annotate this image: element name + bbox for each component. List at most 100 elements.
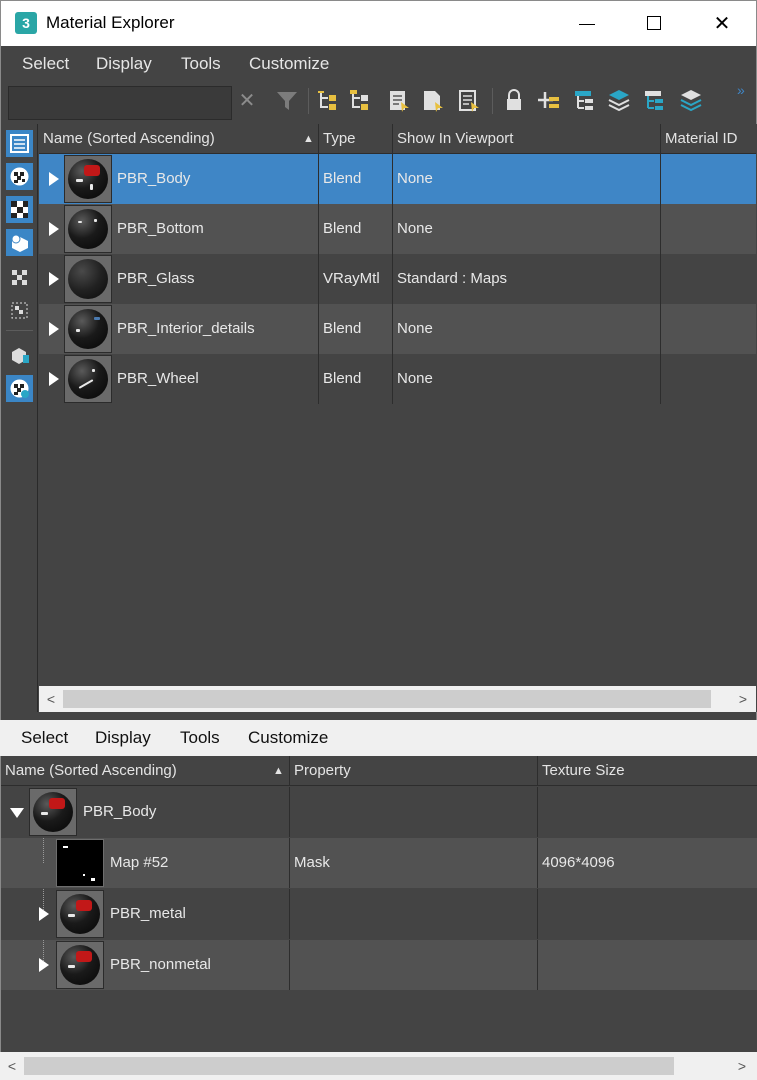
select-map-icon[interactable] [456,88,482,114]
material-id[interactable] [661,254,665,304]
column-header-type[interactable]: Type [319,124,393,154]
expand-arrow-icon[interactable] [49,222,59,236]
material-show-in-viewport[interactable]: None [393,354,433,404]
tree-item-texture-size [538,889,542,939]
column-header-show-in-viewport[interactable]: Show In Viewport [393,124,661,154]
map-filter-button[interactable] [6,196,33,223]
bottom-menu-tools[interactable]: Tools [180,728,220,748]
window-title: Material Explorer [46,13,175,32]
object-filter-button[interactable] [6,229,33,256]
scroll-left-button[interactable]: < [43,690,59,708]
scene-material-button[interactable] [6,375,33,402]
tree-row[interactable]: PBR_nonmetal [1,940,757,990]
checker-empty-filter-button[interactable] [6,297,33,324]
select-objects-icon[interactable] [386,88,412,114]
bottom-menu-select[interactable]: Select [21,728,68,748]
table-row[interactable]: PBR_Body Blend None [39,154,756,204]
upper-horizontal-scrollbar[interactable]: < > [39,686,756,712]
scroll-right-button[interactable]: > [735,690,751,708]
select-children-icon[interactable] [316,88,342,114]
lock-icon[interactable] [502,88,526,114]
material-type: Blend [323,370,362,387]
expand-arrow-icon[interactable] [49,322,59,336]
title-bar: 3 Material Explorer ✕ [0,0,757,46]
maximize-button[interactable] [621,1,687,47]
menu-display[interactable]: Display [96,54,152,74]
bottom-menu-customize[interactable]: Customize [248,728,328,748]
material-thumbnail [64,355,112,403]
toolbar-overflow-button[interactable]: » [737,82,745,98]
menu-tools[interactable]: Tools [181,54,221,74]
material-filter-button[interactable] [6,163,33,190]
sort-ascending-icon: ▲ [273,765,284,777]
table-row[interactable]: PBR_Interior_details Blend None [39,304,756,354]
material-type: Blend [323,220,362,237]
material-type: Blend [323,320,362,337]
material-id[interactable] [661,354,665,404]
hierarchy-alt-icon[interactable] [642,88,668,114]
list-view-button[interactable] [6,130,33,157]
tree-item-property [290,940,294,990]
tree-column-header-property[interactable]: Property [290,756,538,786]
add-icon[interactable] [536,88,562,114]
column-header-material-id[interactable]: Material ID [661,124,756,154]
tree-item-property: Mask [294,854,330,871]
select-materials-icon[interactable] [420,88,446,114]
column-header-name[interactable]: Name (Sorted Ascending) ▲ [39,124,319,154]
scroll-right-button[interactable]: > [734,1057,750,1075]
filter-icon[interactable] [274,88,300,114]
scrollbar-thumb[interactable] [24,1057,674,1075]
expand-arrow-icon[interactable] [39,907,49,921]
material-show-in-viewport[interactable]: None [393,204,433,254]
maximize-icon [647,16,661,30]
tree-column-header-texture-size[interactable]: Texture Size [538,756,757,786]
material-id[interactable] [661,154,665,204]
bottom-menu-display[interactable]: Display [95,728,151,748]
lower-horizontal-scrollbar[interactable]: < > [0,1052,757,1080]
clear-search-button[interactable]: ✕ [236,89,258,113]
scrollbar-thumb[interactable] [63,690,711,708]
tree-item-name: PBR_Body [83,803,157,820]
checker-filter-button[interactable] [6,264,33,291]
object-icon [11,234,28,252]
scroll-left-button[interactable]: < [4,1057,20,1075]
close-button[interactable]: ✕ [689,1,755,47]
table-row[interactable]: PBR_Glass VRayMtl Standard : Maps [39,254,756,304]
minimize-button[interactable] [555,1,621,47]
material-show-in-viewport[interactable]: Standard : Maps [393,254,507,304]
expand-arrow-icon[interactable] [49,172,59,186]
collapse-arrow-icon[interactable] [10,808,24,818]
material-show-in-viewport[interactable]: None [393,154,433,204]
material-id[interactable] [661,304,665,354]
tree-row[interactable]: PBR_metal [1,889,757,939]
viewport-object-icon [12,348,29,364]
tree-item-name: Map #52 [110,854,169,871]
tree-row[interactable]: Map #52 Mask 4096*4096 [1,838,757,888]
expand-arrow-icon[interactable] [49,372,59,386]
material-show-in-viewport[interactable]: None [393,304,433,354]
material-thumbnail [64,155,112,203]
hierarchy-icon[interactable] [572,88,598,114]
panel-splitter[interactable] [0,712,757,720]
map-thumbnail [56,839,104,887]
expand-arrow-icon[interactable] [49,272,59,286]
material-name: PBR_Interior_details [117,320,255,337]
material-name: PBR_Body [117,170,191,187]
top-menu-bar: Select Display Tools Customize [0,46,757,82]
material-thumbnail [64,255,112,303]
tree-row[interactable]: PBR_Body [1,787,757,837]
viewport-object-button[interactable] [6,342,33,369]
table-row[interactable]: PBR_Wheel Blend None [39,354,756,404]
search-input[interactable] [8,86,232,120]
menu-customize[interactable]: Customize [249,54,329,74]
layers-alt-icon[interactable] [678,88,704,114]
menu-select[interactable]: Select [22,54,69,74]
side-icon-strip [0,124,38,716]
layers-icon[interactable] [606,88,632,114]
material-id[interactable] [661,204,665,254]
table-row[interactable]: PBR_Bottom Blend None [39,204,756,254]
expand-arrow-icon[interactable] [39,958,49,972]
minimize-icon [579,24,595,25]
tree-column-header-name[interactable]: Name (Sorted Ascending) ▲ [1,756,290,786]
select-dependents-icon[interactable] [348,88,374,114]
